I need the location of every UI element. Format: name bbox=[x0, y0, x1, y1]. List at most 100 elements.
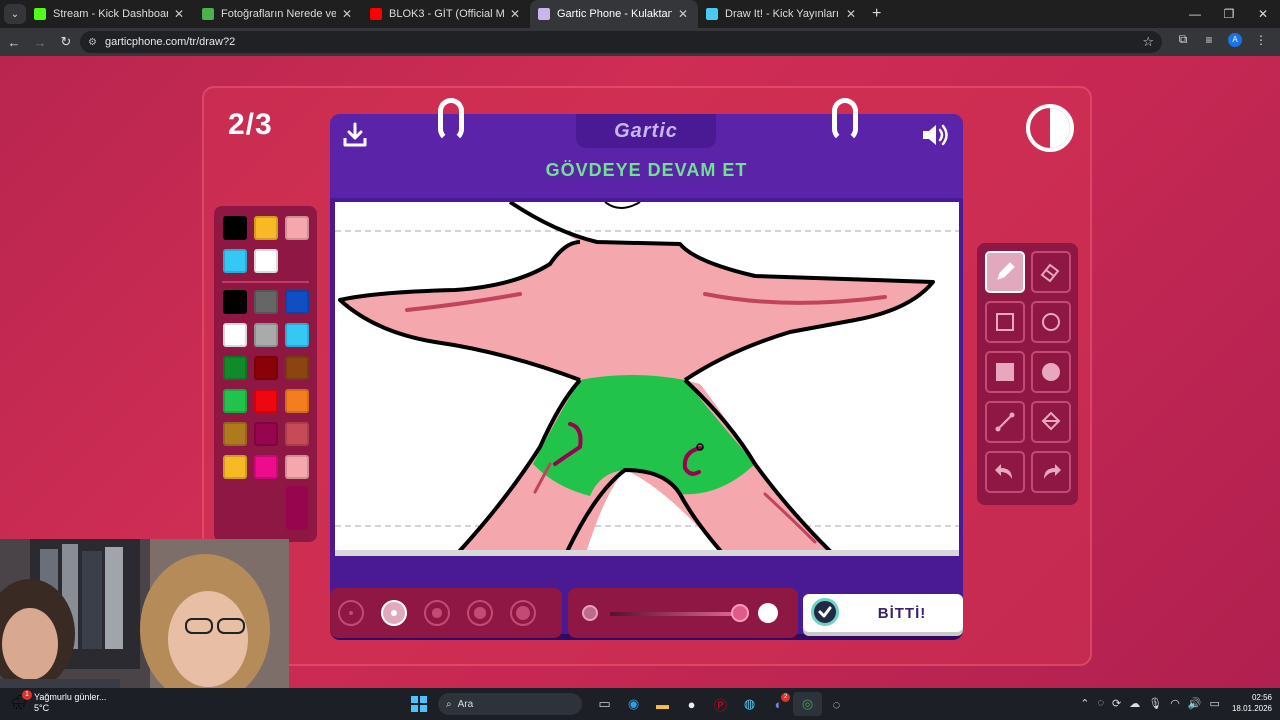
drawing-artwork[interactable] bbox=[335, 202, 959, 556]
color-swatch[interactable] bbox=[285, 455, 309, 479]
eraser-icon bbox=[1040, 263, 1060, 283]
browser-tab[interactable]: BLOK3 - GİT (Official Music Video) ✕ bbox=[362, 0, 530, 28]
color-swatch[interactable] bbox=[223, 323, 247, 347]
extensions-icon[interactable]: ⧉ bbox=[1170, 32, 1196, 47]
browser-tab[interactable]: Draw It! - Kick Yayınları İçin Çizim ✕ bbox=[698, 0, 866, 28]
menu-kebab-icon[interactable]: ⋮ bbox=[1248, 33, 1274, 47]
obs-icon[interactable]: ◌ bbox=[822, 692, 851, 716]
color-swatch[interactable] bbox=[254, 290, 278, 314]
site-info-icon[interactable]: ⚙ bbox=[88, 37, 97, 48]
system-clock[interactable]: 02:56 18.01.2026 bbox=[1232, 692, 1272, 714]
color-swatch[interactable] bbox=[254, 389, 278, 413]
color-swatch[interactable] bbox=[223, 389, 247, 413]
brush-size-button[interactable] bbox=[510, 600, 536, 626]
tab-close-icon[interactable]: ✕ bbox=[508, 7, 522, 21]
color-swatch[interactable] bbox=[254, 422, 278, 446]
brush-size-button[interactable] bbox=[467, 600, 493, 626]
taskbar-search[interactable]: ⌕ Ara bbox=[438, 693, 582, 715]
tray-cloud-icon[interactable]: ☁ bbox=[1129, 697, 1140, 710]
instruction-title: GÖVDEYE DEVAM ET bbox=[545, 160, 748, 180]
done-button[interactable]: BİTTİ! bbox=[803, 594, 963, 632]
minimize-button[interactable]: — bbox=[1178, 7, 1212, 21]
redo-tool[interactable] bbox=[1031, 451, 1071, 493]
color-swatch[interactable] bbox=[285, 323, 309, 347]
color-swatch[interactable] bbox=[223, 216, 247, 240]
close-window-button[interactable]: ✕ bbox=[1246, 7, 1280, 21]
url-text: garticphone.com/tr/draw?2 bbox=[104, 36, 236, 48]
tray-wifi-icon[interactable]: ◠ bbox=[1170, 697, 1180, 710]
opacity-slider-track[interactable] bbox=[610, 612, 740, 616]
windows-start-icon[interactable] bbox=[408, 693, 430, 715]
brush-size-button[interactable] bbox=[381, 600, 407, 626]
clock-time: 02:56 bbox=[1251, 693, 1272, 702]
sound-icon[interactable] bbox=[920, 120, 950, 150]
url-field[interactable]: ⚙ garticphone.com/tr/draw?2 ☆ bbox=[80, 31, 1162, 53]
tab-close-icon[interactable]: ✕ bbox=[172, 7, 186, 21]
forward-button[interactable]: → bbox=[28, 35, 52, 50]
color-swatch[interactable] bbox=[254, 216, 278, 240]
selected-color-preview bbox=[286, 486, 308, 530]
color-swatch[interactable] bbox=[223, 455, 247, 479]
browser-tab[interactable]: Fotoğrafların Nerede ve Ne Zaman ✕ bbox=[194, 0, 362, 28]
color-swatch[interactable] bbox=[285, 290, 309, 314]
rectangle-tool[interactable] bbox=[985, 301, 1025, 343]
palette-divider bbox=[222, 281, 309, 283]
opacity-panel bbox=[568, 588, 798, 638]
discord-icon[interactable]: ◐ 2 bbox=[764, 692, 793, 716]
brush-size-button[interactable] bbox=[424, 600, 450, 626]
color-swatch[interactable] bbox=[223, 422, 247, 446]
tab-close-icon[interactable]: ✕ bbox=[844, 7, 858, 21]
tray-mic-icon[interactable]: 🎙 bbox=[1148, 697, 1162, 710]
browser-tab[interactable]: Stream - Kick Dashboard ✕ bbox=[26, 0, 194, 28]
github-icon[interactable]: ● bbox=[677, 692, 706, 716]
color-swatch[interactable] bbox=[223, 249, 247, 273]
back-button[interactable]: ← bbox=[2, 35, 26, 50]
restore-button[interactable]: ❐ bbox=[1212, 7, 1246, 21]
eraser-tool[interactable] bbox=[1031, 251, 1071, 293]
color-swatch[interactable] bbox=[285, 216, 309, 240]
browser-tab-bar: ⌄ Stream - Kick Dashboard ✕ Fotoğrafların … bbox=[0, 0, 1280, 28]
filled-rectangle-tool[interactable] bbox=[985, 351, 1025, 393]
fill-bucket-tool[interactable] bbox=[1031, 401, 1071, 443]
weather-widget[interactable]: 🌧 1 Yağmurlu günler... 5°C bbox=[10, 690, 106, 714]
color-swatch[interactable] bbox=[254, 249, 278, 273]
opacity-slider-knob[interactable] bbox=[731, 604, 749, 622]
tray-volume-icon[interactable]: 🔊 bbox=[1188, 697, 1202, 710]
contrast-toggle-icon[interactable] bbox=[1026, 104, 1074, 152]
reload-button[interactable]: ↻ bbox=[54, 34, 78, 50]
color-swatch[interactable] bbox=[254, 323, 278, 347]
color-swatch[interactable] bbox=[254, 455, 278, 479]
tray-sync-icon[interactable]: ⟳ bbox=[1112, 697, 1121, 710]
ellipse-tool[interactable] bbox=[1031, 301, 1071, 343]
tab-search-button[interactable]: ⌄ bbox=[4, 4, 26, 24]
new-tab-button[interactable]: + bbox=[872, 5, 881, 23]
bookmark-star-icon[interactable]: ☆ bbox=[1142, 34, 1154, 50]
tray-battery-icon[interactable]: ▭ bbox=[1210, 697, 1220, 710]
download-icon[interactable] bbox=[340, 120, 370, 150]
pinterest-icon[interactable]: Ⓟ bbox=[706, 692, 735, 716]
tab-close-icon[interactable]: ✕ bbox=[340, 7, 354, 21]
brush-size-button[interactable] bbox=[338, 600, 364, 626]
tray-obs-icon[interactable]: ◌ bbox=[1098, 697, 1105, 709]
drawing-canvas[interactable] bbox=[335, 202, 959, 556]
color-swatch[interactable] bbox=[285, 389, 309, 413]
profile-avatar[interactable]: A bbox=[1228, 32, 1242, 47]
color-swatch[interactable] bbox=[285, 422, 309, 446]
browser-tab[interactable]: Gartic Phone - Kulaktan Kulağa ✕ bbox=[530, 0, 698, 28]
color-swatch[interactable] bbox=[285, 356, 309, 380]
pencil-tool[interactable] bbox=[985, 251, 1025, 293]
media-control-icon[interactable]: ≡ bbox=[1196, 33, 1222, 47]
line-tool[interactable] bbox=[985, 401, 1025, 443]
tab-close-icon[interactable]: ✕ bbox=[676, 7, 690, 21]
undo-tool[interactable] bbox=[985, 451, 1025, 493]
file-explorer-icon[interactable]: ▬ bbox=[648, 692, 677, 716]
color-swatch[interactable] bbox=[254, 356, 278, 380]
edge-icon[interactable]: ◉ bbox=[619, 692, 648, 716]
filled-ellipse-tool[interactable] bbox=[1031, 351, 1071, 393]
globe-icon[interactable]: ◍ bbox=[735, 692, 764, 716]
color-swatch[interactable] bbox=[223, 290, 247, 314]
chrome-icon[interactable]: ◎ bbox=[793, 692, 822, 716]
color-swatch[interactable] bbox=[223, 356, 247, 380]
tray-chevron-icon[interactable]: ⌃ bbox=[1080, 697, 1089, 710]
task-view-icon[interactable]: ▭ bbox=[590, 692, 619, 716]
